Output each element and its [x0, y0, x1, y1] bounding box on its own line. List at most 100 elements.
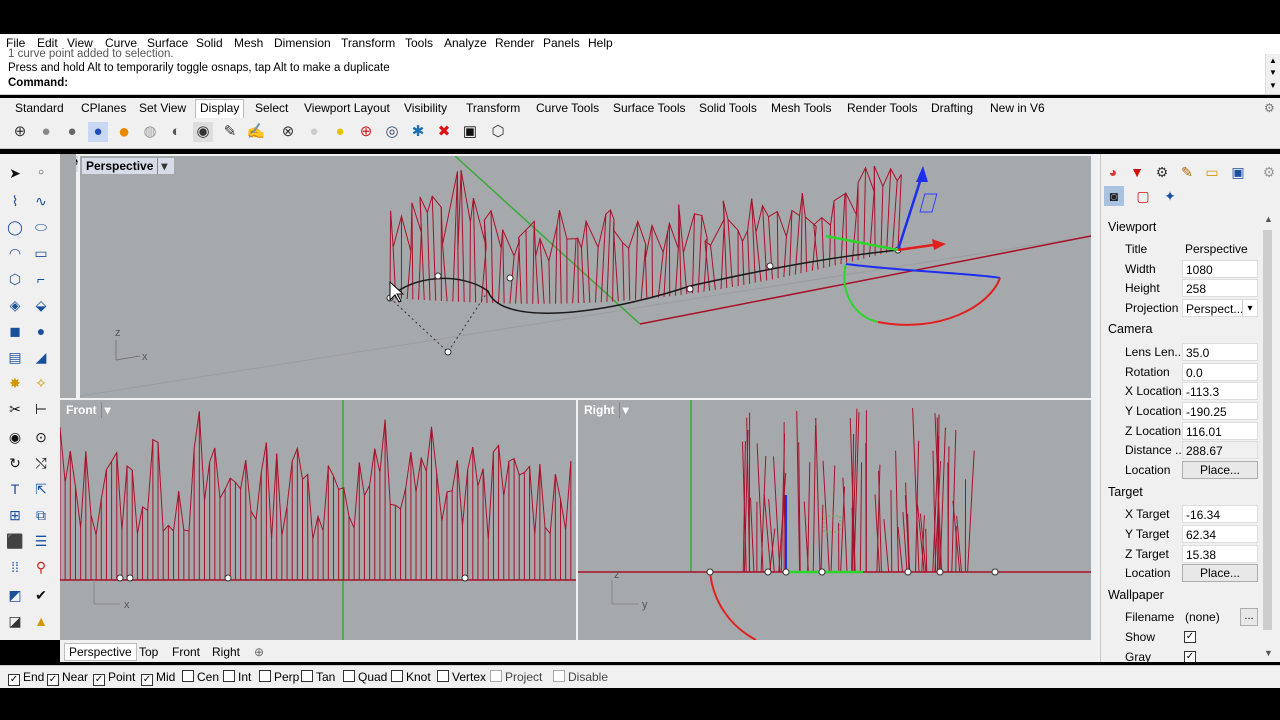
target-place-button[interactable]: Place...: [1182, 564, 1258, 582]
menu-render[interactable]: Render: [495, 36, 534, 50]
chevron-down-icon[interactable]: ▾: [618, 402, 632, 418]
osnap-cen[interactable]: Cen: [182, 670, 219, 684]
texture-icon[interactable]: ✎: [1177, 162, 1197, 182]
projection-select[interactable]: Perspect... ▾: [1182, 299, 1258, 317]
scroll-down-icon[interactable]: ▼: [1269, 68, 1277, 77]
chevron-down-icon[interactable]: ▾: [157, 158, 170, 174]
color-wheel-icon[interactable]: ◕: [1103, 162, 1123, 182]
text-icon[interactable]: T: [4, 478, 26, 500]
viewport-tab-top[interactable]: Top: [139, 645, 158, 659]
osnap-project[interactable]: Project: [490, 670, 542, 684]
top-viewport-sliver[interactable]: [60, 154, 76, 398]
block-icon[interactable]: ⬛: [4, 530, 26, 552]
libraries-icon[interactable]: ▣: [1228, 162, 1248, 182]
curve-icon[interactable]: ∿: [30, 190, 52, 212]
checkbox-icon[interactable]: [343, 670, 355, 682]
menu-panels[interactable]: Panels: [543, 36, 580, 50]
osnap-tan[interactable]: Tan: [301, 670, 335, 684]
cube-icon[interactable]: ⬡: [488, 122, 508, 142]
split-icon[interactable]: ⊢: [30, 398, 52, 420]
y-location-field[interactable]: -190.25: [1182, 402, 1258, 420]
osnap-vertex[interactable]: Vertex: [437, 670, 486, 684]
tab-set-view[interactable]: Set View: [139, 101, 186, 115]
target-icon[interactable]: ⊕: [356, 122, 376, 142]
tab-transform[interactable]: Transform: [466, 101, 520, 115]
mesh-edit-icon[interactable]: ◢: [30, 346, 52, 368]
perspective-viewport-title[interactable]: Perspective ▾: [82, 158, 175, 174]
tab-viewport-layout[interactable]: Viewport Layout: [304, 101, 390, 115]
z-target-field[interactable]: 15.38: [1182, 545, 1258, 563]
rendered-sphere-icon[interactable]: ●: [62, 122, 82, 142]
osnap-end[interactable]: ✓ End: [8, 670, 44, 686]
ellipse-icon[interactable]: ⬭: [30, 216, 52, 238]
environment-icon[interactable]: ⚙: [1152, 162, 1172, 182]
add-viewport-icon[interactable]: ⊕: [254, 645, 264, 659]
tab-select[interactable]: Select: [255, 101, 288, 115]
tab-curve-tools[interactable]: Curve Tools: [536, 101, 599, 115]
viewport-tab-perspective[interactable]: Perspective: [64, 643, 137, 661]
checkbox-icon[interactable]: [182, 670, 194, 682]
tab-visibility[interactable]: Visibility: [404, 101, 447, 115]
polygon-icon[interactable]: ⬡: [4, 268, 26, 290]
osnap-quad[interactable]: Quad: [343, 670, 387, 684]
scroll-up-icon[interactable]: ▲: [1269, 56, 1277, 65]
point-icon[interactable]: ○: [30, 162, 52, 184]
circle-icon[interactable]: ◯: [4, 216, 26, 238]
pen-icon[interactable]: ✎: [220, 122, 240, 142]
yellow-sphere-icon[interactable]: ●: [330, 122, 350, 142]
checkbox-icon[interactable]: [391, 670, 403, 682]
front-viewport[interactable]: x Front ▾: [60, 400, 576, 640]
x-target-field[interactable]: -16.34: [1182, 505, 1258, 523]
scroll-down-end-icon[interactable]: ▼: [1269, 81, 1277, 90]
surface-icon[interactable]: ◈: [4, 294, 26, 316]
menu-tools[interactable]: Tools: [405, 36, 433, 50]
tab-display[interactable]: Display: [195, 99, 245, 118]
ghosted-sphere-icon[interactable]: ●: [88, 122, 108, 142]
folder-icon[interactable]: ▭: [1202, 162, 1222, 182]
panel-options-icon[interactable]: ⚙: [1259, 162, 1279, 182]
group-icon[interactable]: ◉: [4, 426, 26, 448]
menu-mesh[interactable]: Mesh: [234, 36, 263, 50]
checkbox-icon[interactable]: [301, 670, 313, 682]
rectangle-icon[interactable]: ▭: [30, 242, 52, 264]
checkbox-icon[interactable]: [437, 670, 449, 682]
mesh-icon[interactable]: ▤: [4, 346, 26, 368]
front-viewport-title[interactable]: Front ▾: [62, 402, 118, 418]
osnap-knot[interactable]: Knot: [391, 670, 431, 684]
right-viewport-title[interactable]: Right ▾: [580, 402, 636, 418]
render-settings-icon[interactable]: ✦: [1160, 186, 1180, 206]
command-prompt[interactable]: Command:: [8, 77, 68, 89]
mirror-icon[interactable]: ⧉: [30, 504, 52, 526]
light-icon[interactable]: ▲: [30, 610, 52, 632]
checkbox-icon[interactable]: ✓: [141, 674, 153, 686]
scroll-up-icon[interactable]: ▲: [1264, 214, 1273, 224]
fillet-icon[interactable]: ⌐: [30, 268, 52, 290]
gray-checkbox[interactable]: ✓: [1184, 651, 1196, 662]
extrude-icon[interactable]: ⬙: [30, 294, 52, 316]
menu-transform[interactable]: Transform: [341, 36, 395, 50]
no-lights-icon[interactable]: ✖: [434, 122, 454, 142]
move-icon[interactable]: ⤭: [30, 452, 52, 474]
x-location-field[interactable]: -113.3: [1182, 382, 1258, 400]
tab-solid-tools[interactable]: Solid Tools: [699, 101, 757, 115]
checkbox-icon[interactable]: ✓: [8, 674, 20, 686]
wireframe-globe-icon[interactable]: ⊕: [10, 122, 30, 142]
tab-surface-tools[interactable]: Surface Tools: [613, 101, 686, 115]
checkbox-icon[interactable]: ✓: [47, 674, 59, 686]
tab-render-tools[interactable]: Render Tools: [847, 101, 918, 115]
rotation-field[interactable]: 0.0: [1182, 363, 1258, 381]
osnap-disable[interactable]: Disable: [553, 670, 608, 684]
command-scrollbar[interactable]: ▲ ▼ ▼: [1265, 54, 1280, 94]
boolean-icon[interactable]: ✧: [30, 372, 52, 394]
frame-icon[interactable]: ▢: [1133, 186, 1153, 206]
layer-icon[interactable]: ☰: [30, 530, 52, 552]
dimension-icon[interactable]: ⇱: [30, 478, 52, 500]
tab-cplanes[interactable]: CPlanes: [81, 101, 126, 115]
xray-sphere-icon[interactable]: ◍: [140, 122, 160, 142]
viewport-tab-front[interactable]: Front: [172, 645, 200, 659]
chevron-down-icon[interactable]: ▾: [1242, 300, 1257, 316]
analyze-icon[interactable]: ◩: [4, 584, 26, 606]
menu-dimension[interactable]: Dimension: [274, 36, 331, 50]
osnap-point[interactable]: ✓ Point: [93, 670, 135, 686]
y-target-field[interactable]: 62.34: [1182, 525, 1258, 543]
